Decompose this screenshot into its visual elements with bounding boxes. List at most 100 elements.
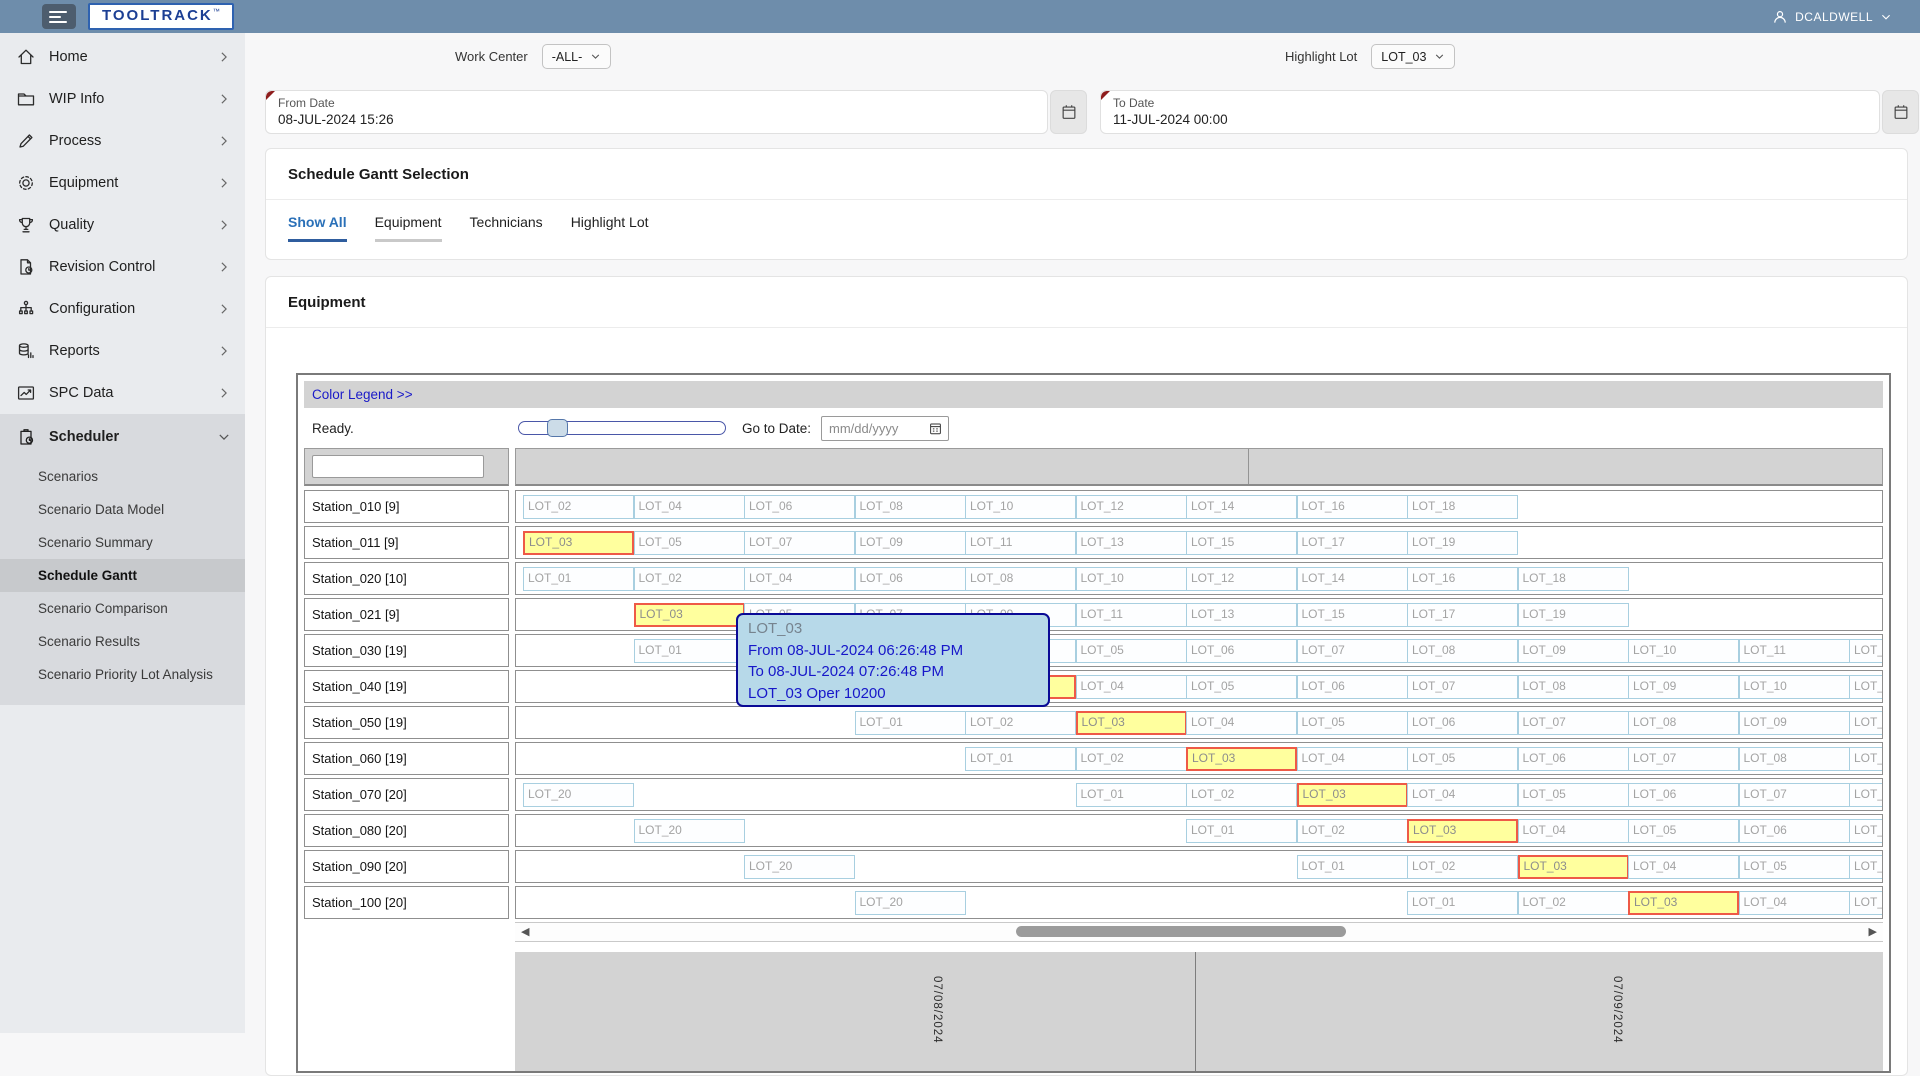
lot-bar[interactable]: LOT_19 — [1518, 603, 1629, 627]
lot-bar[interactable]: LOT_09 — [1628, 675, 1739, 699]
lot-bar[interactable]: LOT_07 — [1849, 819, 1883, 843]
lot-bar[interactable]: LOT_09 — [1739, 711, 1850, 735]
lot-bar[interactable]: LOT_05 — [1297, 711, 1408, 735]
scroll-left-icon[interactable]: ◀ — [521, 925, 529, 938]
lot-bar-highlighted[interactable]: LOT_03 — [1407, 819, 1518, 843]
lot-bar[interactable]: LOT_07 — [1407, 675, 1518, 699]
lot-bar[interactable]: LOT_14 — [1297, 567, 1408, 591]
lot-bar-highlighted[interactable]: LOT_03 — [1628, 891, 1739, 915]
tab-show-all[interactable]: Show All — [288, 214, 347, 242]
lot-bar-highlighted[interactable]: LOT_03 — [1076, 711, 1187, 735]
lot-bar[interactable]: LOT_07 — [1739, 783, 1850, 807]
to-date-field[interactable]: To Date 11-JUL-2024 00:00 — [1100, 90, 1880, 134]
lot-bar[interactable]: LOT_05 — [1076, 639, 1187, 663]
lot-bar[interactable]: LOT_04 — [634, 495, 745, 519]
lot-bar-highlighted[interactable]: LOT_03 — [1297, 783, 1408, 807]
lot-bar[interactable]: LOT_09 — [1518, 639, 1629, 663]
lot-bar[interactable]: LOT_02 — [634, 567, 745, 591]
lot-bar[interactable]: LOT_11 — [1739, 639, 1850, 663]
lot-bar[interactable]: LOT_01 — [634, 639, 745, 663]
lot-bar[interactable]: LOT_01 — [965, 747, 1076, 771]
lot-bar[interactable]: LOT_10 — [1849, 711, 1883, 735]
work-center-select[interactable]: -ALL- — [542, 44, 612, 69]
sidebar-subitem-scenario-comparison[interactable]: Scenario Comparison — [0, 592, 245, 625]
lot-bar[interactable]: LOT_04 — [1297, 747, 1408, 771]
lot-bar[interactable]: LOT_11 — [1849, 675, 1883, 699]
lot-bar[interactable]: LOT_05 — [1186, 675, 1297, 699]
lot-bar[interactable]: LOT_06 — [1297, 675, 1408, 699]
lot-bar[interactable]: LOT_05 — [1628, 819, 1739, 843]
lot-bar[interactable]: LOT_04 — [1186, 711, 1297, 735]
lot-bar[interactable]: LOT_06 — [1518, 747, 1629, 771]
lot-bar[interactable]: LOT_02 — [523, 495, 634, 519]
lot-bar[interactable]: LOT_08 — [855, 495, 966, 519]
lot-bar[interactable]: LOT_02 — [1076, 747, 1187, 771]
lot-bar[interactable]: LOT_15 — [1297, 603, 1408, 627]
lot-bar[interactable]: LOT_01 — [523, 567, 634, 591]
lot-bar[interactable]: LOT_06 — [1407, 711, 1518, 735]
scrollbar-thumb[interactable] — [1016, 926, 1346, 937]
sidebar-item-equipment[interactable]: Equipment — [0, 162, 245, 204]
lot-bar[interactable]: LOT_05 — [1849, 891, 1883, 915]
scroll-right-icon[interactable]: ▶ — [1869, 925, 1877, 938]
lot-bar[interactable]: LOT_06 — [1628, 783, 1739, 807]
lot-bar[interactable]: LOT_20 — [855, 891, 966, 915]
lot-bar[interactable]: LOT_06 — [744, 495, 855, 519]
lot-bar[interactable]: LOT_12 — [1186, 567, 1297, 591]
color-legend-link[interactable]: Color Legend >> — [312, 387, 413, 402]
horizontal-scrollbar[interactable]: ◀ ▶ — [515, 922, 1883, 942]
sidebar-subitem-scenario-priority-lot-analysis[interactable]: Scenario Priority Lot Analysis — [0, 658, 245, 691]
lot-bar[interactable]: LOT_01 — [1297, 855, 1408, 879]
sidebar-subitem-scenario-summary[interactable]: Scenario Summary — [0, 526, 245, 559]
lot-bar[interactable]: LOT_04 — [1407, 783, 1518, 807]
lot-bar[interactable]: LOT_02 — [1297, 819, 1408, 843]
sidebar-subitem-schedule-gantt[interactable]: Schedule Gantt — [0, 559, 245, 592]
sidebar-item-scheduler[interactable]: Scheduler — [0, 414, 245, 460]
lot-bar[interactable]: LOT_09 — [855, 531, 966, 555]
to-date-calendar-icon[interactable] — [1882, 90, 1919, 134]
lot-bar[interactable]: LOT_16 — [1407, 567, 1518, 591]
lot-bar[interactable]: LOT_08 — [1407, 639, 1518, 663]
user-menu[interactable]: DCALDWELL — [1772, 9, 1892, 25]
lot-bar[interactable]: LOT_08 — [965, 567, 1076, 591]
lot-bar[interactable]: LOT_06 — [1849, 855, 1883, 879]
lot-bar[interactable]: LOT_07 — [1518, 711, 1629, 735]
lot-bar[interactable]: LOT_20 — [744, 855, 855, 879]
sidebar-item-process[interactable]: Process — [0, 120, 245, 162]
lot-bar[interactable]: LOT_12 — [1849, 639, 1883, 663]
lot-bar[interactable]: LOT_14 — [1186, 495, 1297, 519]
from-date-calendar-icon[interactable] — [1050, 90, 1087, 134]
lot-bar[interactable]: LOT_08 — [1628, 711, 1739, 735]
lot-bar[interactable]: LOT_13 — [1076, 531, 1187, 555]
lot-bar[interactable]: LOT_19 — [1407, 531, 1518, 555]
lot-bar[interactable]: LOT_18 — [1407, 495, 1518, 519]
tab-technicians[interactable]: Technicians — [470, 214, 543, 242]
lot-bar[interactable]: LOT_01 — [1186, 819, 1297, 843]
sidebar-item-revision-control[interactable]: Revision Control — [0, 246, 245, 288]
station-filter-input[interactable] — [312, 455, 484, 478]
zoom-slider-handle[interactable] — [547, 419, 568, 437]
lot-bar[interactable]: LOT_10 — [1628, 639, 1739, 663]
lot-bar[interactable]: LOT_10 — [965, 495, 1076, 519]
lot-bar[interactable]: LOT_17 — [1297, 531, 1408, 555]
lot-bar[interactable]: LOT_04 — [1518, 819, 1629, 843]
sidebar-item-quality[interactable]: Quality — [0, 204, 245, 246]
lot-bar[interactable]: LOT_02 — [1186, 783, 1297, 807]
lot-bar[interactable]: LOT_11 — [965, 531, 1076, 555]
lot-bar[interactable]: LOT_16 — [1297, 495, 1408, 519]
lot-bar[interactable]: LOT_05 — [634, 531, 745, 555]
lot-bar[interactable]: LOT_17 — [1407, 603, 1518, 627]
lot-bar[interactable]: LOT_07 — [1297, 639, 1408, 663]
lot-bar[interactable]: LOT_04 — [1739, 891, 1850, 915]
goto-date-input[interactable]: mm/dd/yyyy — [821, 416, 949, 441]
lot-bar[interactable]: LOT_08 — [1518, 675, 1629, 699]
lot-bar[interactable]: LOT_13 — [1186, 603, 1297, 627]
lot-bar[interactable]: LOT_04 — [744, 567, 855, 591]
lot-bar[interactable]: LOT_06 — [855, 567, 966, 591]
lot-bar[interactable]: LOT_02 — [1407, 855, 1518, 879]
lot-bar[interactable]: LOT_01 — [1407, 891, 1518, 915]
goto-date-calendar-icon[interactable] — [928, 421, 943, 436]
tab-highlight-lot[interactable]: Highlight Lot — [571, 214, 649, 242]
sidebar-item-configuration[interactable]: Configuration — [0, 288, 245, 330]
lot-bar[interactable]: LOT_07 — [1628, 747, 1739, 771]
